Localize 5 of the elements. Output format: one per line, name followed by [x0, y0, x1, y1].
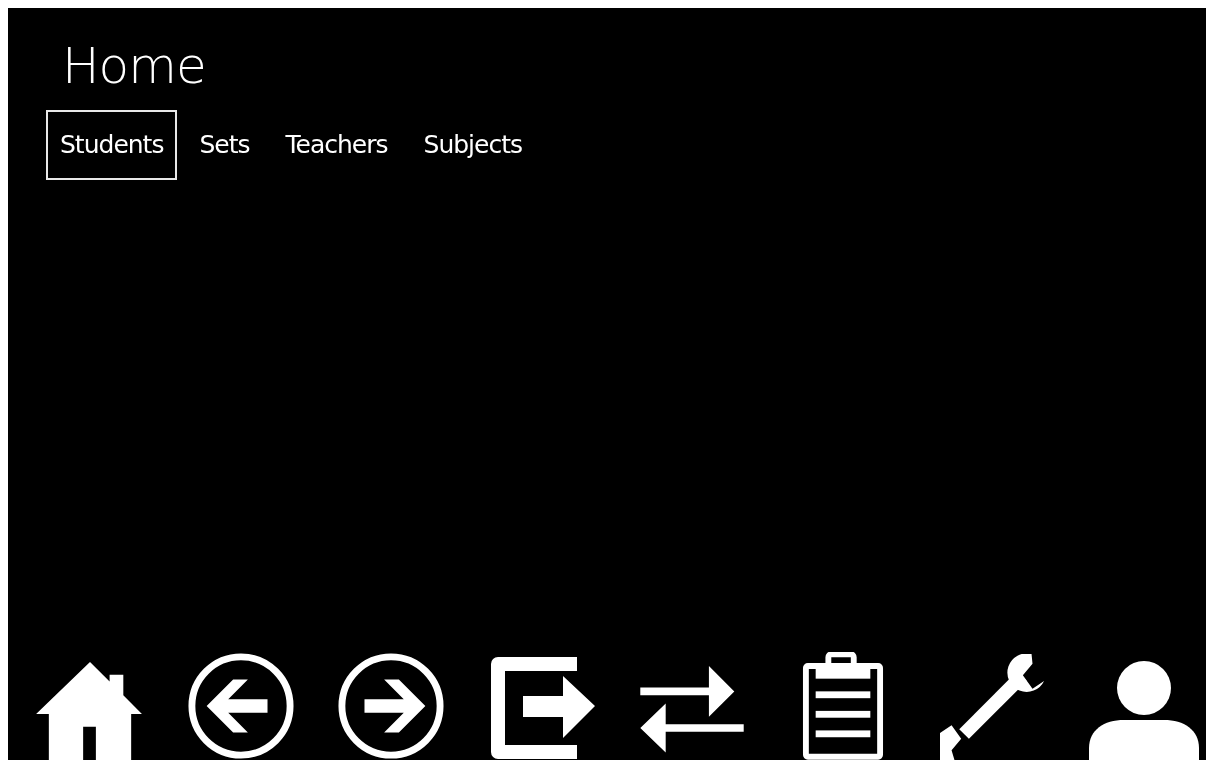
tab[interactable]: Teachers	[271, 110, 402, 180]
tab[interactable]: Students	[46, 110, 178, 180]
tab[interactable]: Subjects	[409, 110, 536, 180]
tab[interactable]: Sets	[185, 110, 264, 180]
page-title: Home	[61, 36, 207, 96]
